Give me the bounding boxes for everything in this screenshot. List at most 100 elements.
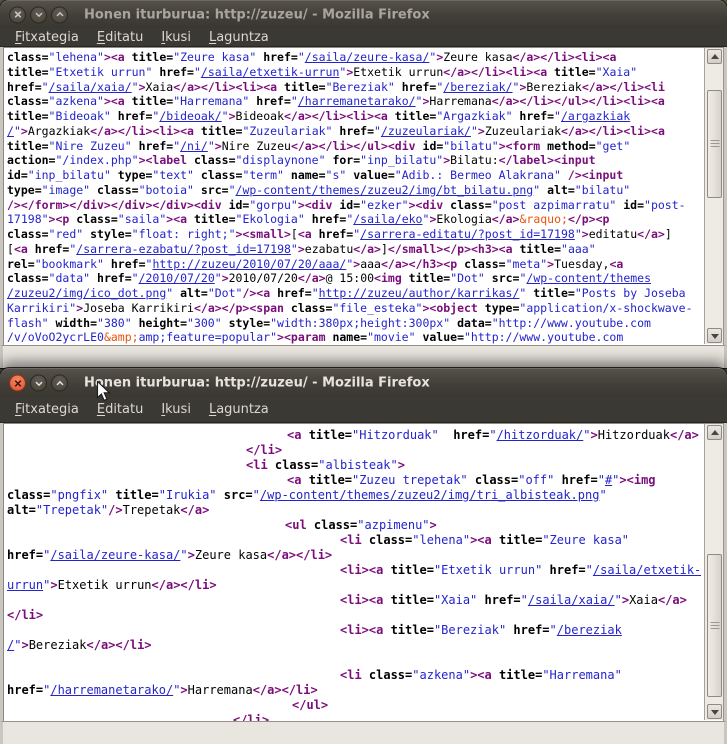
code-line: <li class="albisteak"> bbox=[7, 458, 701, 473]
code-token: title= bbox=[108, 488, 159, 502]
code-token: </a></p><span bbox=[194, 301, 291, 315]
menu-item-editatu[interactable]: Editatu bbox=[88, 402, 152, 417]
menu-item-ikusi[interactable]: Ikusi bbox=[152, 402, 200, 417]
code-line: class="lehena"><a title="Zeure kasa" hre… bbox=[7, 50, 701, 65]
source-link[interactable]: /wp-content/themes/zuzeu2/img/tri_albist… bbox=[260, 488, 600, 502]
code-token: href= bbox=[332, 124, 374, 138]
code-token: "Harremana" bbox=[173, 94, 249, 108]
horizontal-scrollbar[interactable] bbox=[0, 721, 727, 744]
code-token: " bbox=[42, 80, 49, 94]
source-link[interactable]: /sarrera-editatu/?post_id=17198 bbox=[360, 227, 575, 241]
source-link[interactable]: /saila/zeure-kasa/ bbox=[50, 548, 180, 562]
menu-item-laguntza[interactable]: Laguntza bbox=[200, 30, 278, 45]
source-link[interactable]: /harremanetarako/ bbox=[298, 94, 416, 108]
code-token: type= bbox=[485, 301, 520, 315]
code-token: " bbox=[208, 139, 215, 153]
close-button[interactable] bbox=[9, 375, 26, 392]
source-link[interactable]: /zuzeu2/img/ico_dot.png bbox=[7, 286, 166, 300]
source-link[interactable]: /saila/etxetik- bbox=[593, 563, 701, 577]
code-line: </li> bbox=[7, 713, 701, 721]
code-token: > bbox=[188, 548, 195, 562]
source-link[interactable]: http://zuzeu/author/karrikas/ bbox=[319, 286, 520, 300]
code-token: value= bbox=[346, 168, 394, 182]
code-token: href= bbox=[152, 65, 194, 79]
code-token: &amp; bbox=[104, 330, 139, 344]
horizontal-scrollbar[interactable] bbox=[0, 345, 727, 368]
minimize-button[interactable] bbox=[30, 6, 47, 23]
source-link[interactable]: /ni/ bbox=[180, 139, 208, 153]
code-token: method= bbox=[547, 139, 595, 153]
close-button[interactable] bbox=[9, 6, 26, 23]
maximize-button[interactable] bbox=[51, 6, 68, 23]
code-token: 2010/07/20 bbox=[229, 271, 298, 285]
code-token: > bbox=[222, 271, 229, 285]
code-token: "meta" bbox=[506, 257, 548, 271]
code-token: title= bbox=[526, 286, 574, 300]
source-link[interactable]: urrun bbox=[7, 578, 43, 592]
code-token: Bideoak bbox=[236, 109, 284, 123]
code-token: " bbox=[575, 227, 582, 241]
source-link[interactable]: /saila/zeure-kasa/ bbox=[305, 50, 430, 64]
code-token: ><div bbox=[409, 198, 451, 212]
code-token: href= bbox=[7, 548, 43, 562]
source-link[interactable]: /bereziak/ bbox=[443, 80, 512, 94]
code-line: href="/saila/zeure-kasa/">Zeure kasa</a>… bbox=[7, 548, 701, 563]
code-token: " bbox=[554, 109, 561, 123]
code-token: ><a bbox=[470, 533, 499, 547]
menu-item-editatu[interactable]: Editatu bbox=[88, 30, 152, 45]
code-token: " bbox=[374, 124, 381, 138]
source-link[interactable]: / bbox=[7, 124, 14, 138]
source-link[interactable]: /sarrera-ezabatu/?post_id=17198 bbox=[76, 242, 291, 256]
source-link[interactable]: /wp-content/themes bbox=[526, 271, 651, 285]
code-token: </a> bbox=[180, 503, 209, 517]
code-token: "Etxetik urrun" bbox=[434, 563, 542, 577]
close-icon bbox=[14, 11, 22, 19]
scroll-down-button[interactable] bbox=[707, 328, 722, 343]
code-token: "file_esteka" bbox=[332, 301, 422, 315]
menu-item-laguntza[interactable]: Laguntza bbox=[200, 402, 278, 417]
source-link[interactable]: /saila/xaia/ bbox=[49, 80, 132, 94]
source-link[interactable]: /2010/07/20 bbox=[139, 271, 215, 285]
source-link[interactable]: /bereziak bbox=[557, 623, 622, 637]
code-token: "albisteak" bbox=[318, 458, 397, 472]
code-token: "Nire Zuzeu" bbox=[49, 139, 132, 153]
code-token: title= bbox=[7, 65, 49, 79]
scroll-up-button[interactable] bbox=[707, 49, 722, 64]
code-token: @ 15:00 bbox=[326, 271, 374, 285]
scrollbar-thumb[interactable] bbox=[707, 90, 722, 198]
code-token: <a bbox=[609, 257, 623, 271]
code-token: <a bbox=[287, 473, 309, 487]
code-token: title= bbox=[391, 623, 434, 637]
minimize-button[interactable] bbox=[30, 375, 47, 392]
source-link[interactable]: /argazkiak bbox=[561, 109, 630, 123]
titlebar[interactable]: Honen iturburua: http://zuzeu/ - Mozilla… bbox=[0, 0, 727, 28]
code-token: title= bbox=[391, 563, 434, 577]
source-link[interactable]: /harremanetarako/ bbox=[50, 683, 173, 697]
scroll-up-button[interactable] bbox=[707, 425, 722, 440]
code-token: alt= bbox=[540, 183, 575, 197]
source-link[interactable]: /zuzeulariak/ bbox=[381, 124, 471, 138]
source-link[interactable]: /bideoak/ bbox=[159, 109, 221, 123]
code-token: </a> bbox=[670, 428, 699, 442]
window-view-source-bottom: Honen iturburua: http://zuzeu/ - Mozilla… bbox=[0, 368, 727, 744]
source-link[interactable]: /hitzorduak/ bbox=[497, 428, 584, 442]
source-link[interactable]: http://zuzeu/2010/07/20/aaa/ bbox=[152, 257, 346, 271]
code-token: class= bbox=[275, 458, 318, 472]
window-view-source-top: Honen iturburua: http://zuzeu/ - Mozilla… bbox=[0, 0, 727, 368]
menu-item-fitxategia[interactable]: Fitxategia bbox=[6, 402, 88, 417]
code-line: class="data" href="/2010/07/20">2010/07/… bbox=[7, 271, 701, 286]
code-token: Etxetik urrun bbox=[353, 65, 443, 79]
vertical-scrollbar[interactable] bbox=[704, 424, 723, 720]
code-line: <li><a title="Bereziak" href="/bereziak bbox=[7, 623, 701, 638]
vertical-scrollbar[interactable] bbox=[704, 48, 723, 344]
code-token: > bbox=[298, 242, 305, 256]
source-link[interactable]: /wp-content/themes/zuzeu2/img/bt_bilatu.… bbox=[236, 183, 534, 197]
scrollbar-thumb[interactable] bbox=[707, 554, 722, 697]
menu-item-fitxategia[interactable]: Fitxategia bbox=[6, 30, 88, 45]
scroll-down-button[interactable] bbox=[707, 704, 722, 719]
source-link[interactable]: /saila/xaia/ bbox=[528, 593, 615, 607]
source-link[interactable]: /saila/eko bbox=[353, 212, 422, 226]
menu-item-ikusi[interactable]: Ikusi bbox=[152, 30, 200, 45]
source-link[interactable]: /saila/etxetik-urrun bbox=[201, 65, 339, 79]
maximize-button[interactable] bbox=[51, 375, 68, 392]
